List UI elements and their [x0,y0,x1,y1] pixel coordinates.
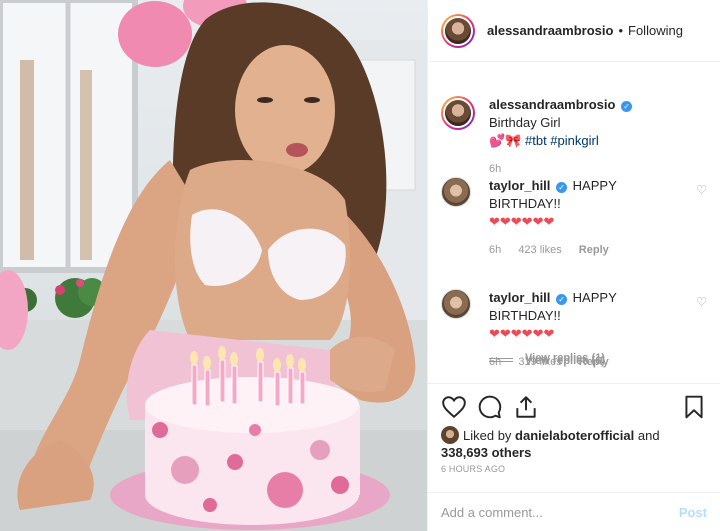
comment-hearts: ❤❤❤❤❤❤ [489,326,555,341]
comment-body: taylor_hill ✓ HAPPY BIRTHDAY!! ❤❤❤❤❤❤ 6h… [489,177,685,259]
verified-badge-icon: ✓ [556,294,568,305]
separator-dot: • [618,23,624,38]
caption-time: 6h [489,163,502,175]
following-button[interactable]: Following [628,23,683,38]
view-replies-button[interactable]: View replies (1) [489,352,605,364]
like-comment-icon[interactable]: ♡ [696,295,707,309]
caption-emoji: 💕🎀 [489,133,522,148]
verified-badge-icon: ✓ [621,101,633,112]
author-username[interactable]: alessandraambrosio [487,23,613,38]
photo-illustration [0,0,427,531]
comment-icon[interactable] [477,394,503,420]
caption-username[interactable]: alessandraambrosio [489,97,615,112]
like-comment-icon[interactable]: ♡ [696,183,707,197]
likes-count[interactable]: 338,693 others [441,445,531,460]
add-comment-input[interactable]: Add a comment... [441,505,679,520]
instagram-post: alessandraambrosio • Following alessandr… [0,0,720,531]
post-comment-button[interactable]: Post [679,505,707,520]
add-comment-bar: Add a comment... Post [428,492,720,531]
liked-by-prefix: Liked by [463,428,512,443]
post-side-panel: alessandraambrosio • Following alessandr… [427,0,720,531]
post-header: alessandraambrosio • Following [428,0,720,62]
likes-summary: Liked by danielaboterofficial and 338,69… [441,426,707,461]
commenter-avatar[interactable] [441,177,471,207]
caption-avatar[interactable] [441,96,475,130]
heart-icon[interactable] [441,394,467,420]
comment-hearts: ❤❤❤❤❤❤ [489,214,555,229]
liked-by-and: and [637,428,660,443]
verified-badge-icon: ✓ [556,182,568,193]
post-photo[interactable] [0,0,427,531]
comment-username[interactable]: taylor_hill [489,290,550,305]
author-avatar[interactable] [441,13,475,48]
comment-time: 6h [489,244,502,256]
action-icons [441,394,707,420]
post-timestamp: 6 HOURS AGO [441,464,506,474]
replies-divider [489,357,513,359]
reply-button[interactable]: Reply [579,244,609,256]
share-icon[interactable] [513,394,539,420]
comment-username[interactable]: taylor_hill [489,178,550,193]
bookmark-icon[interactable] [681,394,707,420]
caption-text: Birthday Girl [489,115,561,130]
comment-likes[interactable]: 423 likes [518,244,561,256]
caption-hashtags[interactable]: #tbt #pinkgirl [525,133,599,148]
liker-avatar [441,426,459,444]
liker-username[interactable]: danielaboterofficial [515,428,634,443]
caption-body: alessandraambrosio ✓ Birthday Girl 💕🎀 #t… [489,96,685,178]
comments-list[interactable]: alessandraambrosio ✓ Birthday Girl 💕🎀 #t… [428,63,720,383]
caption-meta: 6h [489,160,685,178]
view-replies-label: View replies (1) [525,352,605,364]
commenter-avatar[interactable] [441,289,471,319]
comment-meta: 6h 423 likes Reply [489,241,685,259]
